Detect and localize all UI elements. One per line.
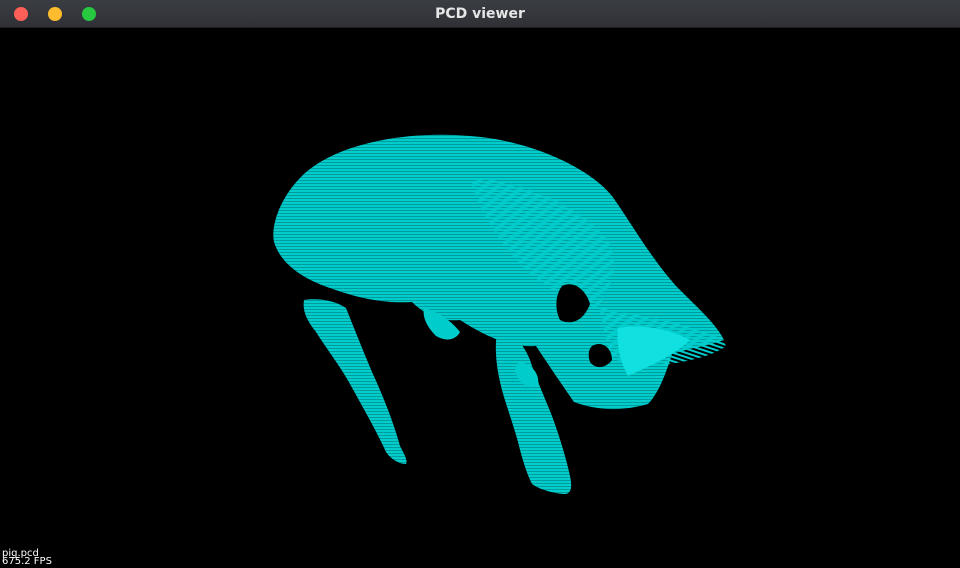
- title-bar[interactable]: PCD viewer: [0, 0, 960, 28]
- pcd-viewer-window: PCD viewer pig.pcd 675.2 FPS: [0, 0, 960, 568]
- 3d-viewport[interactable]: pig.pcd 675.2 FPS: [0, 28, 960, 568]
- fps-counter: 675.2 FPS: [2, 556, 52, 567]
- window-title: PCD viewer: [435, 6, 525, 22]
- point-cloud-leg-rear: [303, 299, 407, 464]
- point-cloud[interactable]: [0, 28, 960, 568]
